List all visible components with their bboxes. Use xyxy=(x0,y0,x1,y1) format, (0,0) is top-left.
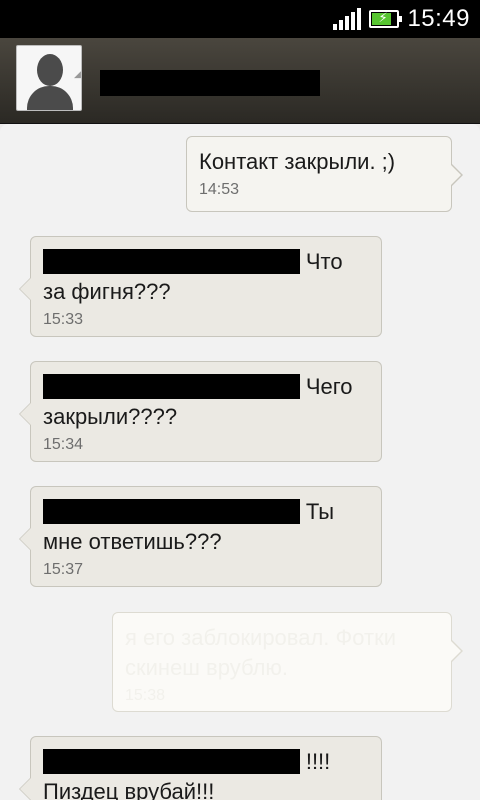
message-bubble[interactable]: ████████████████: Ты мне ответишь??? 15:… xyxy=(19,486,382,587)
message-text: Контакт закрыли. ;) xyxy=(199,149,396,174)
message-time: 14:53 xyxy=(199,181,240,198)
signal-icon xyxy=(333,8,362,30)
message-time: 15:34 xyxy=(43,436,84,453)
sender-name: ████████████████: xyxy=(43,499,300,524)
contact-avatar[interactable] xyxy=(16,45,82,111)
message-bubble[interactable]: я его заблокировал. Фотки скинеш врублю.… xyxy=(112,612,463,712)
message-bubble[interactable]: Контакт закрыли. ;) 14:53 xyxy=(186,136,463,212)
sender-name: ████████████████: xyxy=(43,249,300,274)
conversation-header: ◢ ██████████████ xyxy=(0,38,480,124)
sender-name: ████████████████: xyxy=(43,374,300,399)
status-time: 15:49 xyxy=(407,5,470,32)
message-text: я его заблокировал. Фотки скинеш врублю. xyxy=(125,625,396,680)
message-time: 15:38 xyxy=(125,687,166,704)
battery-icon: ⚡ xyxy=(369,10,403,28)
status-bar: ⚡ 15:49 xyxy=(0,0,480,38)
sender-name: ████████████████: xyxy=(43,749,300,774)
message-thread[interactable]: Контакт закрыли. ;) 14:53 ██████████████… xyxy=(0,124,480,800)
caret-down-icon: ◢ xyxy=(74,70,81,80)
message-bubble[interactable]: ████████████████: !!!! Пиздец врубай!!! xyxy=(19,736,382,800)
message-time: 15:33 xyxy=(43,311,84,328)
message-bubble[interactable]: ████████████████: Что за фигня??? 15:33 xyxy=(19,236,382,337)
message-time: 15:37 xyxy=(43,561,84,578)
contact-name: ██████████████ xyxy=(100,70,320,96)
message-bubble[interactable]: ████████████████: Чего закрыли???? 15:34 xyxy=(19,361,382,462)
